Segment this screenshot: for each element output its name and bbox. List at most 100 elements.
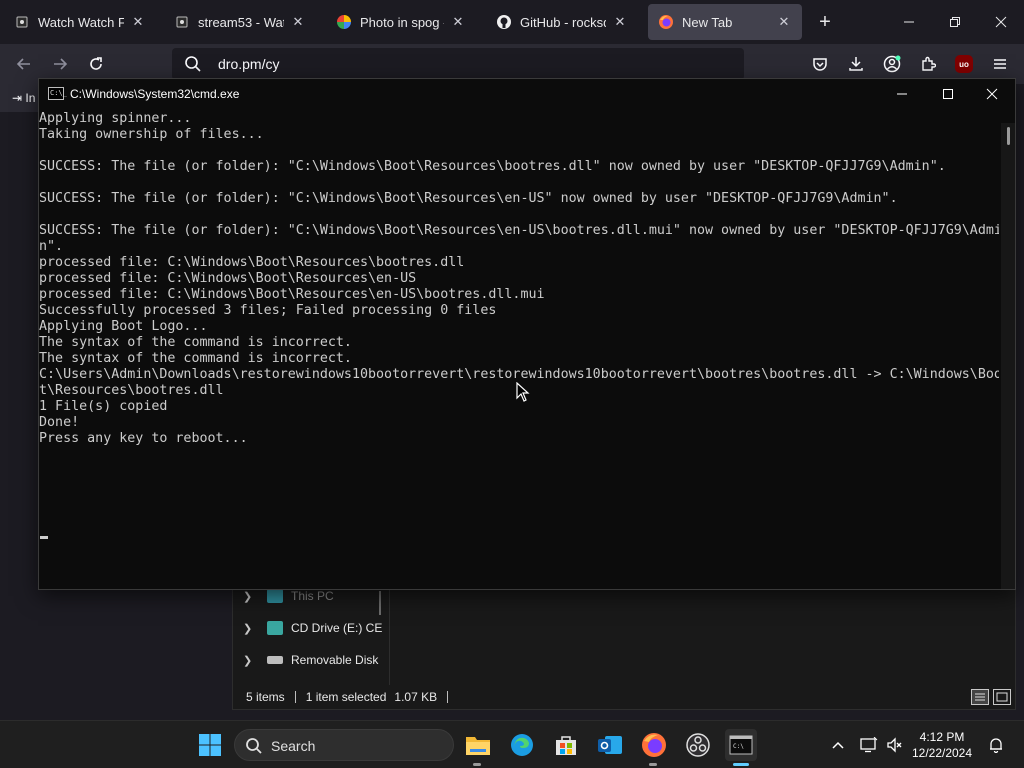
import-icon: ⇥ (12, 91, 23, 105)
puzzle-icon (922, 56, 936, 71)
console-line: Press any key to reboot... (39, 431, 248, 446)
account-button[interactable] (880, 52, 904, 76)
clock-time: 4:12 PM (919, 730, 965, 744)
network-tray-icon[interactable] (858, 729, 880, 761)
minimize-button[interactable] (886, 0, 932, 44)
console-line: n". (39, 239, 64, 254)
github-icon (496, 14, 512, 30)
bookmark-import-fragment[interactable]: ⇥ In (0, 84, 40, 112)
tab-title: New Tab (682, 14, 733, 30)
taskbar-edge[interactable] (506, 729, 538, 761)
details-view-button[interactable] (971, 689, 989, 705)
cmd-title-bar[interactable]: C:\_ C:\Windows\System32\cmd.exe (39, 79, 1015, 109)
firefox-icon (658, 14, 674, 30)
cmd-minimize-button[interactable] (879, 79, 925, 109)
chevron-right-icon[interactable]: ❯ (243, 622, 257, 635)
pocket-button[interactable] (808, 52, 832, 76)
console-line: Done! (39, 415, 80, 430)
search-icon (246, 738, 262, 754)
console-line: Applying spinner... (39, 111, 192, 126)
show-hidden-icons-button[interactable] (826, 729, 850, 761)
close-window-button[interactable] (978, 0, 1024, 44)
large-icons-view-button[interactable] (993, 689, 1011, 705)
cmd-scrollbar[interactable] (1001, 123, 1015, 589)
mouse-pointer-icon (516, 382, 530, 402)
close-icon[interactable]: ✕ (290, 14, 306, 30)
console-output[interactable]: Applying spinner... Taking ownership of f… (39, 111, 999, 589)
tree-item-label: Removable Disk (291, 653, 379, 667)
sound-tray-icon[interactable] (884, 729, 906, 761)
chevron-right-icon[interactable]: ❯ (243, 654, 257, 667)
film-icon (174, 14, 190, 30)
taskbar-clock[interactable]: 4:12 PM 12/22/2024 (910, 729, 974, 761)
cmd-close-button[interactable] (969, 79, 1015, 109)
tree-item-cd-drive[interactable]: ❯ CD Drive (E:) CE (243, 616, 382, 640)
downloads-button[interactable] (844, 52, 868, 76)
tab-github[interactable]: GitHub - rocksdani ✕ (486, 4, 638, 40)
notifications-button[interactable] (984, 729, 1008, 761)
close-icon[interactable]: ✕ (776, 14, 792, 30)
taskbar-microsoft-store[interactable] (550, 729, 582, 761)
start-button[interactable] (194, 729, 226, 761)
forward-button[interactable] (46, 50, 74, 78)
search-icon (185, 56, 201, 72)
chevron-up-icon (832, 741, 844, 749)
running-indicator (473, 763, 481, 766)
arrow-right-icon (54, 58, 68, 70)
back-button[interactable] (10, 50, 38, 78)
bookmark-fragment-label: In (25, 91, 36, 105)
taskbar-file-explorer[interactable] (462, 729, 494, 761)
reload-icon (90, 57, 102, 70)
console-line: SUCCESS: The file (or folder): "C:\Windo… (39, 159, 946, 174)
console-line: SUCCESS: The file (or folder): "C:\Windo… (39, 191, 898, 206)
cd-drive-icon (267, 621, 283, 635)
new-tab-button[interactable]: + (802, 0, 848, 44)
taskbar-cmd[interactable]: C:\ (725, 729, 757, 761)
google-photos-icon (336, 14, 352, 30)
chevron-right-icon[interactable]: ❯ (243, 590, 257, 603)
film-icon (14, 14, 30, 30)
taskbar-obs[interactable] (682, 729, 714, 761)
removable-disk-icon (267, 656, 283, 664)
tab-title: Photo in spog - Go (360, 14, 444, 30)
console-line: processed file: C:\Windows\Boot\Resource… (39, 287, 545, 302)
close-icon[interactable]: ✕ (612, 14, 628, 30)
tab-title: Watch Watch Fami (38, 14, 124, 30)
url-text[interactable]: dro.pm/cy (218, 56, 279, 72)
selection-size: 1.07 KB (394, 690, 438, 704)
tab-google-photos[interactable]: Photo in spog - Go ✕ (326, 4, 476, 40)
close-icon[interactable]: ✕ (130, 14, 146, 30)
tab-watch-family[interactable]: Watch Watch Fami ✕ (4, 4, 156, 40)
url-bar[interactable]: dro.pm/cy (172, 48, 744, 80)
cmd-maximize-button[interactable] (925, 79, 971, 109)
reload-button[interactable] (82, 50, 110, 78)
taskbar-outlook[interactable] (594, 729, 626, 761)
tree-scrollbar[interactable] (379, 591, 381, 615)
tree-item-removable-disk[interactable]: ❯ Removable Disk (243, 648, 378, 672)
cmd-window: C:\_ C:\Windows\System32\cmd.exe Applyin… (38, 78, 1016, 590)
windows-logo-icon (199, 734, 221, 756)
ublock-button[interactable]: uo (952, 52, 976, 76)
tab-title: GitHub - rocksdani (520, 14, 606, 30)
hamburger-menu-icon (994, 59, 1006, 69)
tab-new-tab[interactable]: New Tab ✕ (648, 4, 802, 40)
app-menu-button[interactable] (988, 52, 1012, 76)
monitor-icon (860, 737, 878, 753)
restore-button[interactable] (932, 0, 978, 44)
clock-date: 12/22/2024 (911, 746, 973, 760)
outlook-icon (598, 736, 622, 754)
close-icon[interactable]: ✕ (450, 14, 466, 30)
pocket-icon (813, 58, 827, 71)
taskbar-firefox[interactable] (638, 729, 670, 761)
console-line: SUCCESS: The file (or folder): "C:\Windo… (39, 223, 999, 238)
taskbar-search-box[interactable]: Search (234, 729, 454, 761)
extensions-button[interactable] (916, 52, 940, 76)
tab-stream53[interactable]: stream53 - Watch a ✕ (164, 4, 316, 40)
console-line: processed file: C:\Windows\Boot\Resource… (39, 255, 465, 270)
maximize-icon (943, 89, 953, 99)
details-view-icon (975, 693, 985, 701)
close-icon (995, 16, 1007, 28)
cmd-scrollbar-thumb[interactable] (1007, 127, 1010, 145)
pane-divider[interactable] (389, 587, 390, 685)
